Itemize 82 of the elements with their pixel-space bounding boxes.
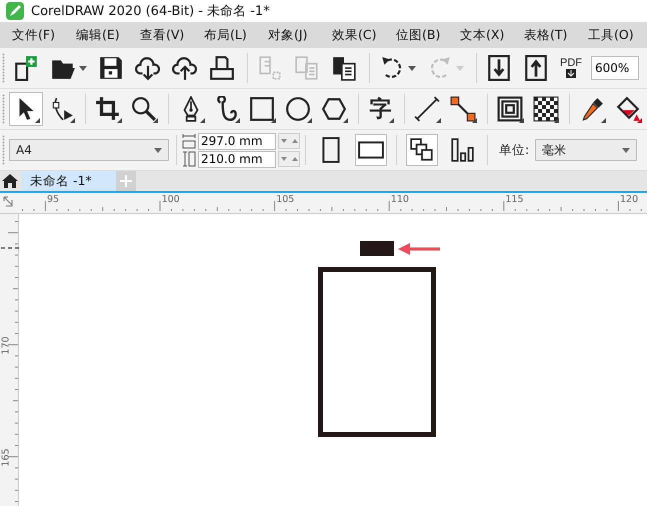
rectangle-icon <box>249 96 276 122</box>
spinner-icon <box>278 133 300 149</box>
clipboard-icon <box>331 55 357 81</box>
connector-icon <box>450 96 476 122</box>
text-tool-button[interactable]: 字 <box>364 92 398 126</box>
checkerboard-icon <box>532 96 559 122</box>
menu-item[interactable]: 查看(V) <box>132 26 196 44</box>
menu-item[interactable]: 对象(J) <box>260 26 324 44</box>
flyout-corner-icon <box>152 118 158 123</box>
flyout-corner-icon <box>34 118 40 123</box>
flyout-corner-icon <box>472 118 477 123</box>
ruler-number: 170 <box>0 336 12 355</box>
crop-icon <box>95 96 122 122</box>
menu-item[interactable]: 布局(L) <box>196 26 260 44</box>
hexagon-icon <box>320 96 347 122</box>
flyout-corner-icon <box>342 118 348 123</box>
landscape-button[interactable] <box>355 134 387 166</box>
ruler-number: 95 <box>47 194 60 205</box>
small-rectangle <box>360 241 394 256</box>
ruler-number: 165 <box>0 448 12 467</box>
ruler-number: 115 <box>505 194 524 205</box>
menu-item[interactable]: 文件(F) <box>4 26 68 44</box>
dimension-line-icon <box>414 96 440 122</box>
bar-pages-icon <box>449 137 475 163</box>
cloud-download-icon <box>135 55 161 81</box>
magnifier-icon <box>131 96 158 122</box>
pointer-arrow <box>398 243 440 255</box>
menu-item[interactable]: 位图(B) <box>388 26 452 44</box>
plus-icon <box>120 175 132 187</box>
nested-squares-icon <box>496 96 523 122</box>
flyout-corner-icon <box>518 118 524 123</box>
flyout-corner-icon <box>389 118 394 123</box>
pdf-export-button[interactable]: PDF <box>556 51 586 85</box>
download-mark-icon <box>566 69 576 78</box>
pick-tool-button[interactable] <box>8 92 43 126</box>
window-title: CorelDRAW 2020 (64-Bit) - 未命名 -1* <box>31 3 270 20</box>
export-icon <box>523 55 549 81</box>
page-size-dropdown[interactable]: A4 <box>9 139 169 161</box>
flyout-corner-icon <box>271 118 276 123</box>
zoom-level-field[interactable]: 600% <box>591 56 639 80</box>
all-pages-button[interactable] <box>406 134 438 166</box>
menu-item[interactable]: 效果(C) <box>324 26 388 44</box>
document-tab[interactable]: 未命名 -1* <box>22 171 116 191</box>
menu-item[interactable]: 工具(O) <box>580 26 644 44</box>
menu-item[interactable]: 编辑(E) <box>68 26 132 44</box>
flyout-corner-icon <box>117 118 122 123</box>
cloud-upload-icon <box>172 55 198 81</box>
stacked-pages-icon <box>409 137 435 163</box>
menu-item[interactable]: 表格(T) <box>516 26 580 44</box>
ruler-number: 105 <box>276 194 294 205</box>
flyout-corner-icon <box>554 118 560 123</box>
spinner-icon <box>278 151 300 167</box>
flyout-corner-icon <box>601 118 606 123</box>
caret-icon <box>622 148 630 152</box>
home-icon <box>2 174 18 188</box>
import-icon <box>486 55 512 81</box>
page-width-icon <box>182 133 196 149</box>
page-width-field[interactable]: 297.0 mm <box>198 132 276 150</box>
save-icon <box>98 55 124 81</box>
paint-bucket-icon <box>615 96 642 122</box>
flyout-corner-icon <box>70 118 76 123</box>
page-height-field[interactable]: 210.0 mm <box>198 150 276 168</box>
ruler-number: 100 <box>162 194 180 205</box>
menu-item[interactable]: 文本(X) <box>452 26 516 44</box>
flyout-corner-icon <box>636 118 642 123</box>
guideline <box>1 247 19 249</box>
ruler-number: 110 <box>390 194 409 205</box>
caret-icon <box>154 148 162 152</box>
documents-icon <box>257 55 283 81</box>
ruler-origin-icon <box>3 196 15 208</box>
units-label: 单位: <box>499 142 530 158</box>
document-plus-icon <box>13 55 39 81</box>
units-dropdown[interactable]: 毫米 <box>535 139 638 161</box>
ruler-number: 120 <box>620 194 638 205</box>
documents-icon <box>294 55 320 81</box>
flyout-corner-icon <box>235 118 240 123</box>
ellipse-icon <box>285 96 312 122</box>
flyout-corner-icon <box>436 118 442 123</box>
flyout-corner-icon <box>200 118 205 123</box>
page-height-icon <box>182 151 196 167</box>
flyout-corner-icon <box>306 118 312 123</box>
printer-icon <box>209 55 235 81</box>
